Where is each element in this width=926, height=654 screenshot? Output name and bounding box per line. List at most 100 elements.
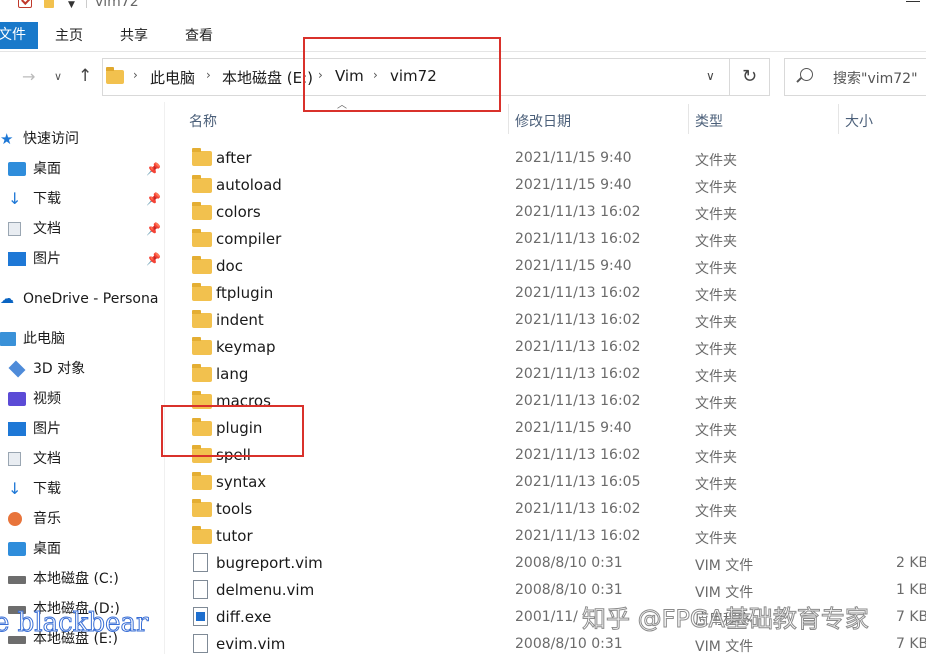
file-row[interactable]: tutor 2021/11/13 16:02 文件夹: [180, 523, 926, 550]
column-header-name[interactable]: 名称: [189, 111, 217, 131]
file-type: 文件夹: [695, 369, 737, 385]
nav-item-pictures-pinned[interactable]: 图片 📌: [0, 247, 165, 271]
file-row[interactable]: lang 2021/11/13 16:02 文件夹: [180, 361, 926, 388]
file-date: 2021/11/13 16:02: [515, 366, 641, 382]
highlight-box-plugin: [161, 405, 304, 457]
nav-item-label: 文档: [33, 451, 61, 467]
back-arrow-icon[interactable]: →: [22, 67, 35, 86]
navigation-pane: ★ 快速访问 桌面 📌 ↓ 下载 📌 文档 📌 图片 📌 ☁ OneDrive …: [0, 102, 165, 654]
file-row[interactable]: doc 2021/11/15 9:40 文件夹: [180, 253, 926, 280]
column-header-type[interactable]: 类型: [695, 111, 723, 131]
customize-quick-access-icon[interactable]: ▼: [68, 0, 75, 10]
pin-icon[interactable]: 📌: [146, 247, 161, 271]
file-type: 文件夹: [695, 342, 737, 358]
watermark-right: 知乎 @FPGA基础教育专家: [582, 605, 870, 634]
nav-item-desktop-pinned[interactable]: 桌面 📌: [0, 157, 165, 181]
column-divider[interactable]: [838, 104, 839, 134]
document-icon: [8, 222, 21, 236]
tab-home[interactable]: 主页: [55, 22, 83, 49]
pictures-icon: [8, 422, 26, 436]
pictures-icon: [8, 252, 26, 266]
file-row[interactable]: bugreport.vim 2008/8/10 0:31 VIM 文件 2 KB: [180, 550, 926, 577]
nav-item-documents-pinned[interactable]: 文档 📌: [0, 217, 165, 241]
file-row[interactable]: tools 2021/11/13 16:02 文件夹: [180, 496, 926, 523]
pin-icon[interactable]: 📌: [146, 187, 161, 211]
refresh-icon[interactable]: ↻: [742, 66, 757, 87]
nav-item-downloads-pinned[interactable]: ↓ 下载 📌: [0, 187, 165, 211]
file-type: 文件夹: [695, 153, 737, 169]
nav-item-downloads[interactable]: ↓ 下载: [0, 477, 165, 501]
application-icon: [193, 607, 208, 626]
nav-item-3d-objects[interactable]: 3D 对象: [0, 357, 165, 381]
new-folder-icon[interactable]: [44, 0, 54, 8]
file-name: ftplugin: [216, 284, 274, 302]
desktop-icon: [8, 162, 26, 176]
nav-item-pictures[interactable]: 图片: [0, 417, 165, 441]
tab-view[interactable]: 查看: [185, 22, 213, 49]
file-type: 文件夹: [695, 396, 737, 412]
nav-item-onedrive[interactable]: ☁ OneDrive - Persona: [0, 287, 165, 311]
file-name: indent: [216, 311, 264, 329]
file-name: tools: [216, 500, 253, 518]
search-input[interactable]: 搜索"vim72": [833, 68, 918, 88]
file-date: 2008/8/10 0:31: [515, 636, 623, 652]
file-row[interactable]: keymap 2021/11/13 16:02 文件夹: [180, 334, 926, 361]
file-date: 2001/11/: [515, 609, 578, 625]
address-dropdown-icon[interactable]: ∨: [706, 69, 715, 83]
nav-item-label: 图片: [33, 421, 61, 437]
minimize-button[interactable]: [906, 1, 920, 2]
breadcrumb-chevron-icon[interactable]: ›: [206, 68, 211, 82]
file-date: 2021/11/15 9:40: [515, 420, 632, 436]
file-row[interactable]: ftplugin 2021/11/13 16:02 文件夹: [180, 280, 926, 307]
document-icon: [8, 452, 21, 466]
file-date: 2021/11/13 16:02: [515, 285, 641, 301]
nav-item-label: OneDrive - Persona: [23, 291, 159, 307]
properties-check-icon[interactable]: [18, 0, 32, 8]
file-date: 2021/11/13 16:02: [515, 393, 641, 409]
column-header-size[interactable]: 大小: [845, 111, 873, 131]
file-name: compiler: [216, 230, 282, 248]
nav-item-this-pc[interactable]: 此电脑: [0, 327, 165, 351]
file-name: keymap: [216, 338, 276, 356]
file-row[interactable]: evim.vim 2008/8/10 0:31 VIM 文件 7 KB: [180, 631, 926, 654]
nav-item-desktop[interactable]: 桌面: [0, 537, 165, 561]
file-row[interactable]: compiler 2021/11/13 16:02 文件夹: [180, 226, 926, 253]
recent-locations-chevron-icon[interactable]: ∨: [54, 70, 62, 83]
nav-item-videos[interactable]: 视频: [0, 387, 165, 411]
file-row[interactable]: indent 2021/11/13 16:02 文件夹: [180, 307, 926, 334]
column-divider[interactable]: [508, 104, 509, 134]
nav-item-label: 快速访问: [23, 131, 79, 147]
file-row[interactable]: syntax 2021/11/13 16:05 文件夹: [180, 469, 926, 496]
file-type: 文件夹: [695, 207, 737, 223]
file-type: VIM 文件: [695, 558, 754, 574]
breadcrumb-chevron-icon[interactable]: ›: [133, 68, 138, 82]
file-row[interactable]: colors 2021/11/13 16:02 文件夹: [180, 199, 926, 226]
folder-icon: [192, 499, 212, 517]
folder-icon: [192, 202, 212, 220]
nav-item-documents[interactable]: 文档: [0, 447, 165, 471]
folder-icon: [192, 175, 212, 193]
download-icon: ↓: [8, 479, 22, 498]
nav-item-drive-c[interactable]: 本地磁盘 (C:): [0, 567, 165, 591]
file-row[interactable]: autoload 2021/11/15 9:40 文件夹: [180, 172, 926, 199]
column-header-date[interactable]: 修改日期: [515, 111, 571, 131]
file-date: 2021/11/13 16:05: [515, 474, 641, 490]
nav-item-quick-access[interactable]: ★ 快速访问: [0, 127, 165, 151]
file-date: 2008/8/10 0:31: [515, 582, 623, 598]
file-type: 文件夹: [695, 531, 737, 547]
breadcrumb-drive-e[interactable]: 本地磁盘 (E:): [222, 67, 313, 88]
tab-file[interactable]: 文件: [0, 22, 38, 49]
nav-item-music[interactable]: 音乐: [0, 507, 165, 531]
up-arrow-icon[interactable]: ↑: [78, 66, 92, 86]
file-row[interactable]: after 2021/11/15 9:40 文件夹: [180, 145, 926, 172]
file-type: 文件夹: [695, 288, 737, 304]
nav-item-label: 此电脑: [23, 331, 65, 347]
column-divider[interactable]: [688, 104, 689, 134]
pin-icon[interactable]: 📌: [146, 217, 161, 241]
tab-share[interactable]: 共享: [120, 22, 148, 49]
file-name: colors: [216, 203, 261, 221]
breadcrumb-this-pc[interactable]: 此电脑: [150, 67, 195, 88]
3d-objects-icon: [8, 360, 26, 378]
file-type: 文件夹: [695, 423, 737, 439]
pin-icon[interactable]: 📌: [146, 157, 161, 181]
